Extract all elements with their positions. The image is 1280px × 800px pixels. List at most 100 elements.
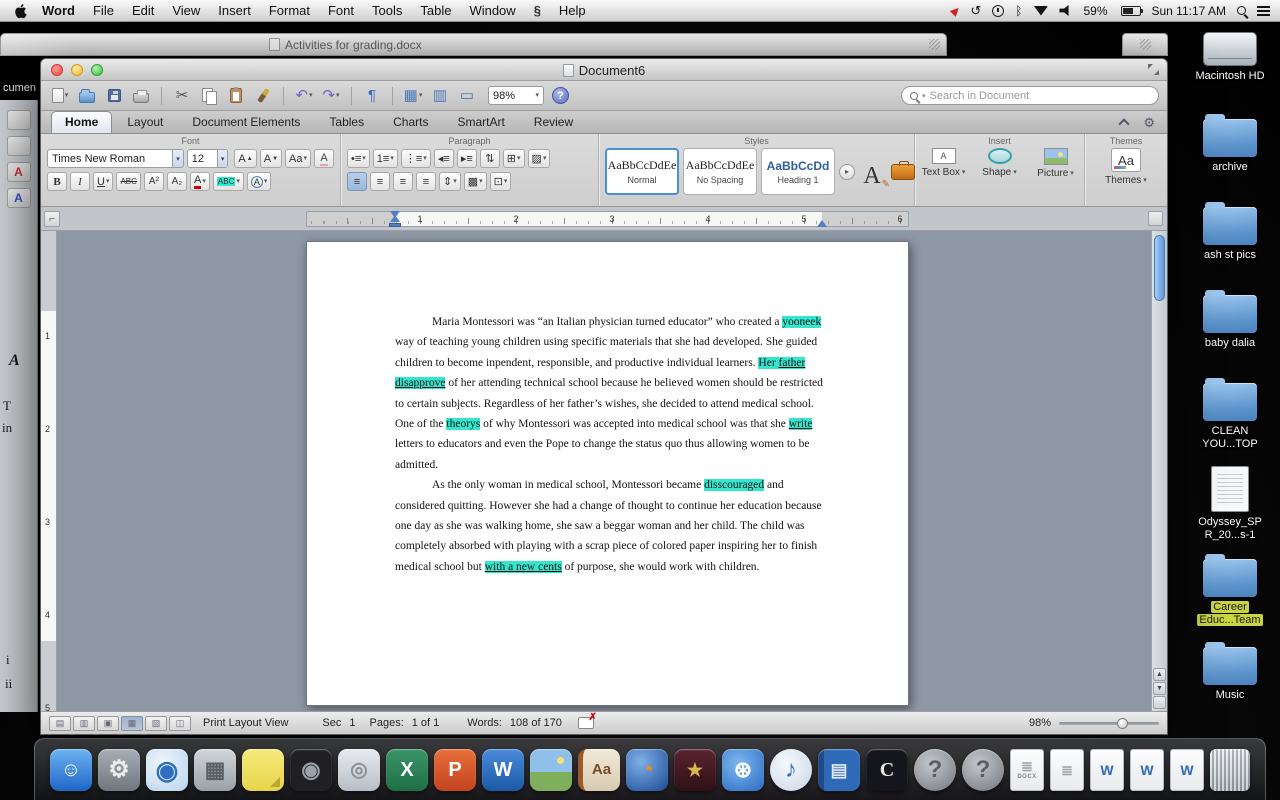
publishing-layout-view-button[interactable]: ▣: [97, 715, 119, 731]
font-color-button[interactable]: A ▾: [189, 172, 210, 191]
multilevel-list-button[interactable]: ⋮≡ ▾: [400, 149, 431, 168]
red-status-menu-icon[interactable]: ▶: [948, 3, 962, 18]
style-normal[interactable]: AaBbCcDdEe Normal: [605, 148, 679, 195]
clear-formatting-button[interactable]: A: [314, 149, 334, 168]
zoom-control[interactable]: 98% ▾: [488, 86, 544, 105]
document-page[interactable]: Maria Montessori was “an Italian physici…: [306, 241, 909, 706]
tab-charts[interactable]: Charts: [379, 111, 442, 133]
spelling-grammar-status-icon[interactable]: [577, 712, 597, 729]
dock-mind-app[interactable]: ⊛: [722, 748, 764, 791]
italic-button[interactable]: I: [70, 172, 90, 191]
tab-tables[interactable]: Tables: [315, 111, 378, 133]
menu-help[interactable]: Help: [550, 3, 595, 18]
menu-insert[interactable]: Insert: [209, 3, 260, 18]
window-titlebar[interactable]: Document6: [41, 59, 1167, 81]
dock-ipod[interactable]: ◎: [338, 748, 380, 791]
words-label[interactable]: Words:: [467, 717, 502, 729]
menu-table[interactable]: Table: [411, 3, 460, 18]
copy-button[interactable]: [198, 85, 220, 107]
desktop-icon-clean-you-top[interactable]: CLEAN YOU...TOP: [1188, 378, 1272, 466]
desktop-icon-ash-st-pics[interactable]: ash st pics: [1188, 202, 1272, 290]
dock-system-preferences[interactable]: ⚙: [98, 748, 140, 791]
menu-file[interactable]: File: [84, 3, 123, 18]
tab-document-elements[interactable]: Document Elements: [178, 111, 314, 133]
menu-window[interactable]: Window: [460, 3, 524, 18]
hanging-indent-marker[interactable]: [390, 215, 400, 222]
more-styles-button[interactable]: ▸: [839, 163, 855, 180]
format-painter-button[interactable]: [252, 85, 274, 107]
styles-pane-button[interactable]: A: [859, 154, 890, 190]
full-screen-view-button[interactable]: ◫: [169, 715, 191, 731]
tab-home[interactable]: Home: [51, 111, 113, 133]
clock-icon[interactable]: [992, 4, 1005, 17]
apple-menu-icon[interactable]: [14, 3, 29, 19]
time-machine-icon[interactable]: ↺: [970, 3, 981, 19]
columns-button[interactable]: ▥: [429, 85, 451, 107]
fill-color-button[interactable]: ▩ ▾: [463, 172, 487, 191]
dock-itunes[interactable]: ♪: [770, 748, 812, 791]
print-document-button[interactable]: [130, 85, 152, 107]
pages-label[interactable]: Pages:: [370, 717, 404, 729]
dock-text-document[interactable]: ≣: [1050, 748, 1084, 791]
volume-icon[interactable]: [1059, 5, 1069, 16]
dock-dictionary[interactable]: Aa: [578, 748, 620, 791]
dock-finder[interactable]: ☺: [50, 748, 92, 791]
dock-unknown-app-2[interactable]: ?: [962, 748, 1004, 791]
scroll-split-button[interactable]: [1153, 696, 1166, 709]
left-indent-marker[interactable]: [389, 223, 401, 227]
dock-imovie[interactable]: ★: [674, 748, 716, 791]
new-document-button[interactable]: ▾: [49, 85, 71, 107]
search-input[interactable]: [929, 89, 1150, 102]
menu-list-icon[interactable]: [1257, 5, 1270, 16]
align-center-button[interactable]: ≡: [370, 172, 390, 191]
sort-button[interactable]: ⇅: [479, 149, 500, 168]
character-border-button[interactable]: A ▾: [246, 172, 272, 191]
shading-button[interactable]: ▨ ▾: [527, 149, 551, 168]
outline-view-button[interactable]: ▥: [73, 715, 95, 731]
bullets-button[interactable]: •≡ ▾: [347, 149, 370, 168]
menu-view[interactable]: View: [163, 3, 209, 18]
fullscreen-icon[interactable]: [1148, 64, 1159, 75]
desktop-icon-music[interactable]: Music: [1188, 642, 1272, 730]
decrease-indent-button[interactable]: ◂≡: [433, 149, 454, 168]
dock-c-application[interactable]: C: [866, 748, 908, 791]
spotlight-icon[interactable]: [1237, 6, 1246, 15]
font-family-select[interactable]: Times New Roman ▾: [47, 149, 184, 168]
gear-icon[interactable]: ⚙: [1143, 115, 1155, 131]
vertical-scrollbar[interactable]: ▲ ▼: [1151, 231, 1167, 713]
shrink-font-button[interactable]: A ▼: [259, 149, 283, 168]
notebook-layout-view-button[interactable]: ▧: [145, 715, 167, 731]
collapse-ribbon-icon[interactable]: [1117, 116, 1131, 128]
box-border-button[interactable]: ⊡ ▾: [489, 172, 512, 191]
desktop-icon-archive[interactable]: archive: [1188, 114, 1272, 202]
tab-selector[interactable]: ⌐: [44, 211, 60, 227]
insert-picture-button[interactable]: Picture ▾: [1030, 148, 1082, 179]
scrollbar-thumb[interactable]: [1154, 235, 1165, 301]
paste-button[interactable]: [225, 85, 247, 107]
dock-powerpoint[interactable]: P: [434, 748, 476, 791]
toolbox-button[interactable]: [891, 160, 915, 180]
borders-button[interactable]: ⊞ ▾: [502, 149, 525, 168]
vertical-ruler[interactable]: 12345: [41, 231, 57, 713]
print-layout-view-button[interactable]: ▦: [121, 715, 143, 731]
dock-notebook[interactable]: ▤: [818, 748, 860, 791]
dock-launchpad[interactable]: ▦: [194, 748, 236, 791]
document-text[interactable]: Maria Montessori was “an Italian physici…: [395, 312, 827, 577]
dock-docx-document[interactable]: ≣ DOCX: [1010, 748, 1044, 791]
insert-shape-button[interactable]: Shape ▾: [974, 148, 1026, 179]
font-size-select[interactable]: 12 ▾: [186, 149, 229, 168]
menu-font[interactable]: Font: [319, 3, 363, 18]
style-heading-1[interactable]: AaBbCcDd Heading 1: [761, 148, 835, 195]
change-case-button[interactable]: Aa ▾: [285, 149, 311, 168]
insert-textbox-button[interactable]: Text Box▾: [918, 148, 970, 179]
justify-button[interactable]: ≡: [416, 172, 436, 191]
help-button[interactable]: [552, 87, 569, 104]
draft-view-button[interactable]: ▤: [49, 715, 71, 731]
menu-format[interactable]: Format: [260, 3, 319, 18]
text-box-button[interactable]: ▭: [456, 85, 478, 107]
search-box[interactable]: ▾: [901, 86, 1159, 105]
zoom-slider-knob[interactable]: [1117, 717, 1128, 729]
align-left-button[interactable]: ≡: [347, 172, 367, 191]
ruler-toggle-button[interactable]: [1148, 211, 1163, 226]
section-label[interactable]: Sec: [322, 717, 341, 729]
